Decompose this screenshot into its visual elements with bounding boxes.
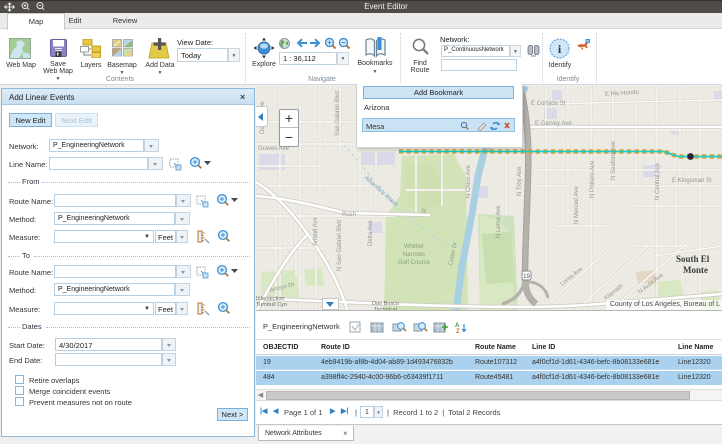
svg-text:Rush: Rush — [342, 212, 356, 218]
svg-text:dd: dd — [531, 53, 535, 57]
svg-text:N Merced Ave: N Merced Ave — [574, 186, 580, 224]
svg-text:Turnbull Cyn: Turnbull Cyn — [256, 302, 287, 308]
svg-text:E Cortada St: E Cortada St — [531, 101, 566, 107]
svg-text:N San Gabriel Blvd: N San Gabriel Blvd — [337, 220, 343, 271]
svg-text:N Troy Ave: N Troy Ave — [517, 166, 523, 196]
svg-text:Monte: Monte — [683, 265, 708, 275]
svg-text:South El: South El — [676, 254, 710, 264]
svg-text:San Gabriel Blvd: San Gabriel Blvd — [335, 91, 341, 136]
svg-text:Z: Z — [456, 329, 460, 334]
svg-text:Arland Ave: Arland Ave — [313, 216, 319, 246]
svg-text:Delta Ave: Delta Ave — [368, 220, 374, 246]
svg-text:Golf Course: Golf Course — [398, 260, 431, 266]
svg-text:E Garvey Ave: E Garvey Ave — [535, 121, 572, 127]
svg-text:N Chico Ave: N Chico Ave — [466, 164, 472, 198]
svg-text:N Central Ave: N Central Ave — [655, 162, 661, 200]
svg-text:19: 19 — [523, 274, 530, 280]
svg-text:N Lema Ave: N Lema Ave — [496, 205, 502, 238]
svg-text:N Potrero Ave: N Potrero Ave — [590, 160, 596, 198]
svg-text:E Kingsman St: E Kingsman St — [672, 178, 712, 184]
svg-text:Whittier: Whittier — [404, 244, 424, 250]
svg-text:St: St — [421, 209, 427, 215]
svg-text:Narrows: Narrows — [403, 252, 425, 258]
svg-text:N Seaford Ave: N Seaford Ave — [611, 141, 617, 180]
